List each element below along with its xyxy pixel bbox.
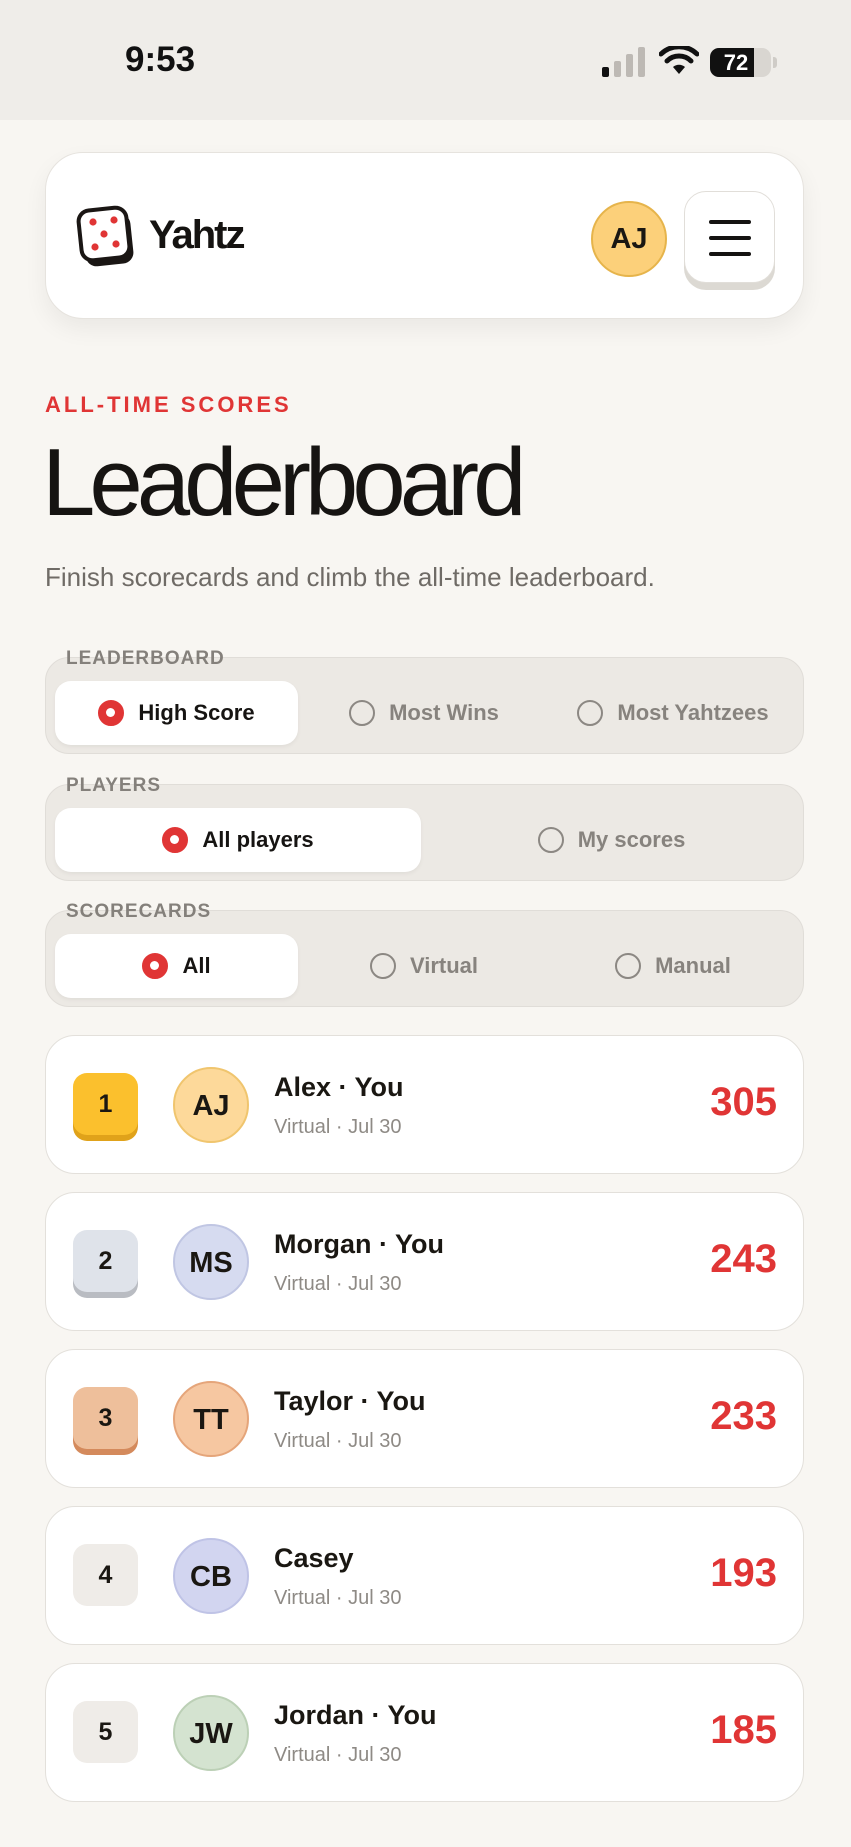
player-score: 243	[710, 1237, 777, 1281]
scorecards-filter-label: SCORECARDS	[66, 901, 212, 922]
radio-empty-icon	[349, 700, 376, 726]
battery-cap	[773, 57, 777, 68]
player-meta: Virtual · Jul 30	[274, 1430, 402, 1452]
player-name: Morgan · You	[274, 1229, 444, 1259]
filter-all-players[interactable]: All players	[55, 808, 421, 872]
radio-empty-icon	[537, 827, 564, 853]
player-meta: Virtual · Jul 30	[274, 1273, 402, 1295]
player-name: Alex · You	[274, 1072, 404, 1102]
radio-selected-icon	[142, 953, 169, 979]
hamburger-menu-icon	[709, 220, 751, 224]
rank-badge: 2	[73, 1230, 138, 1292]
player-score: 233	[710, 1394, 777, 1438]
filter-high-score[interactable]: High Score	[55, 681, 298, 745]
filter-my-scores[interactable]: My scores	[427, 808, 796, 872]
player-meta: Virtual · Jul 30	[274, 1744, 402, 1766]
avatar: AJ	[173, 1067, 249, 1143]
battery-level: 72	[723, 50, 749, 75]
cellular-signal-icon	[602, 47, 645, 77]
player-name: Taylor · You	[274, 1386, 426, 1416]
radio-empty-icon	[369, 953, 396, 979]
leaderboard-row[interactable]: 2 MS Morgan · You Virtual · Jul 30 243	[45, 1192, 804, 1331]
player-meta: Virtual · Jul 30	[274, 1587, 402, 1609]
players-filter-group: All players My scores	[45, 784, 804, 881]
rank-badge: 4	[73, 1544, 138, 1606]
battery-icon: 72	[710, 48, 771, 77]
player-score: 305	[710, 1080, 777, 1124]
players-filter-label: PLAYERS	[66, 775, 161, 796]
radio-selected-icon	[162, 827, 189, 853]
player-name: Casey	[274, 1543, 354, 1573]
user-avatar-button[interactable]: AJ	[591, 201, 667, 277]
leaderboard-filter-label: LEADERBOARD	[66, 648, 225, 669]
wifi-icon	[659, 46, 699, 74]
avatar: MS	[173, 1224, 249, 1300]
filter-all-scorecards[interactable]: All	[55, 934, 298, 998]
leaderboard-row[interactable]: 1 AJ Alex · You Virtual · Jul 30 305	[45, 1035, 804, 1174]
leaderboard-filter-group: High Score Most Wins Most Yahtzees	[45, 657, 804, 754]
avatar: CB	[173, 1538, 249, 1614]
app-header: Yahtz AJ	[45, 152, 804, 319]
player-meta: Virtual · Jul 30	[274, 1116, 402, 1138]
radio-empty-icon	[577, 700, 604, 726]
filter-virtual[interactable]: Virtual	[304, 934, 544, 998]
page-title: Leaderboard	[42, 429, 526, 536]
avatar: TT	[173, 1381, 249, 1457]
rank-badge: 3	[73, 1387, 138, 1449]
scorecards-filter-group: All Virtual Manual	[45, 910, 804, 1007]
avatar: JW	[173, 1695, 249, 1771]
status-time: 9:53	[125, 40, 196, 79]
player-score: 193	[710, 1551, 777, 1595]
app-logo-text: Yahtz	[149, 213, 245, 257]
page-subtitle: Finish scorecards and climb the all-time…	[45, 562, 655, 592]
filter-manual[interactable]: Manual	[550, 934, 796, 998]
radio-selected-icon	[98, 700, 125, 726]
status-bar: 9:53 72	[0, 0, 851, 120]
rank-badge: 1	[73, 1073, 138, 1135]
radio-empty-icon	[615, 953, 642, 979]
menu-button[interactable]	[684, 191, 775, 283]
filter-most-yahtzees[interactable]: Most Yahtzees	[550, 681, 796, 745]
leaderboard-row[interactable]: 5 JW Jordan · You Virtual · Jul 30 185	[45, 1663, 804, 1802]
player-score: 185	[710, 1708, 777, 1752]
filter-most-wins[interactable]: Most Wins	[304, 681, 544, 745]
leaderboard-row[interactable]: 4 CB Casey Virtual · Jul 30 193	[45, 1506, 804, 1645]
rank-badge: 5	[73, 1701, 138, 1763]
dice-icon	[76, 205, 134, 267]
leaderboard-row[interactable]: 3 TT Taylor · You Virtual · Jul 30 233	[45, 1349, 804, 1488]
player-name: Jordan · You	[274, 1700, 437, 1730]
page-eyebrow: ALL-TIME SCORES	[45, 392, 292, 417]
